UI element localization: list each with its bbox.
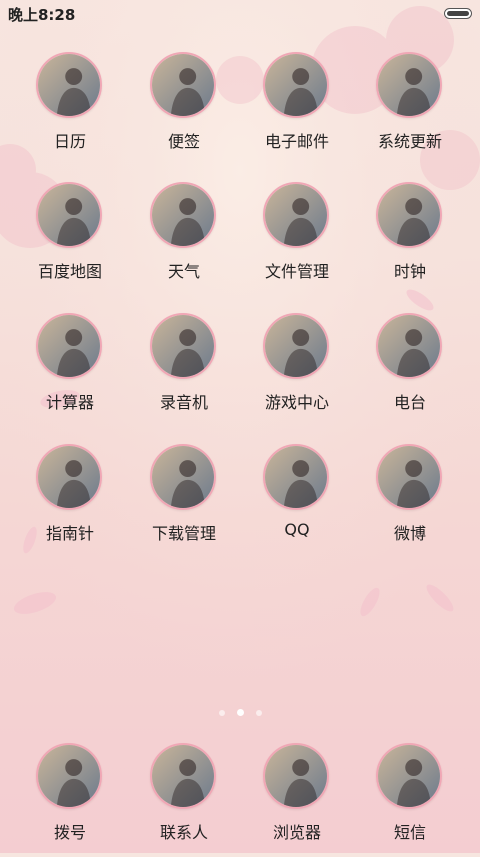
recorder-icon <box>150 313 216 379</box>
app-icon-8[interactable]: 计算器 <box>14 313 126 425</box>
app-label: 游戏中心 <box>264 393 329 412</box>
app-icon-9[interactable]: 录音机 <box>128 313 240 425</box>
calculator-icon <box>36 313 102 379</box>
app-label: 日历 <box>53 132 86 151</box>
status-time: 晚上8:28 <box>8 6 76 24</box>
page-indicator <box>0 701 480 716</box>
app-label: 计算器 <box>45 393 94 412</box>
app-label: 电台 <box>393 393 426 412</box>
download-manager-icon <box>150 444 216 510</box>
weibo-icon <box>376 444 442 510</box>
dock-app-3[interactable]: 短信 <box>354 743 466 855</box>
app-label: 百度地图 <box>37 262 102 281</box>
dock-app-2[interactable]: 浏览器 <box>241 743 353 855</box>
app-label: 电子邮件 <box>264 132 329 151</box>
app-icon-6[interactable]: 文件管理 <box>241 182 353 294</box>
app-label: 天气 <box>167 262 200 281</box>
browser-icon <box>263 743 329 809</box>
app-label: 文件管理 <box>264 262 329 281</box>
app-label: 录音机 <box>159 393 208 412</box>
contacts-icon <box>150 743 216 809</box>
app-icon-0[interactable]: 日历 <box>14 52 126 164</box>
app-icon-13[interactable]: 下载管理 <box>128 444 240 556</box>
battery-level <box>447 11 469 16</box>
app-label: 拨号 <box>53 823 86 842</box>
app-icon-10[interactable]: 游戏中心 <box>241 313 353 425</box>
app-label: QQ <box>284 520 310 539</box>
app-label: 时钟 <box>393 262 426 281</box>
app-icon-14[interactable]: QQ <box>241 444 353 556</box>
status-bar: 晚上8:28 <box>0 0 480 26</box>
notes-icon <box>150 52 216 118</box>
app-icon-4[interactable]: 百度地图 <box>14 182 126 294</box>
page-dot[interactable] <box>255 710 262 716</box>
app-icon-2[interactable]: 电子邮件 <box>241 52 353 164</box>
compass-icon <box>36 444 102 510</box>
weather-icon <box>150 182 216 248</box>
dock-app-0[interactable]: 拨号 <box>14 743 126 855</box>
dock-app-1[interactable]: 联系人 <box>128 743 240 855</box>
app-icon-12[interactable]: 指南针 <box>14 444 126 556</box>
app-label: 浏览器 <box>272 823 321 842</box>
radio-icon <box>376 313 442 379</box>
app-label: 下载管理 <box>151 524 216 543</box>
system-update-icon <box>376 52 442 118</box>
battery-icon <box>444 8 472 19</box>
app-icon-7[interactable]: 时钟 <box>354 182 466 294</box>
app-icon-5[interactable]: 天气 <box>128 182 240 294</box>
app-label: 便签 <box>167 132 200 151</box>
email-icon <box>263 52 329 118</box>
page-dot[interactable] <box>236 709 244 716</box>
file-manager-icon <box>263 182 329 248</box>
clock-icon <box>376 182 442 248</box>
app-label: 系统更新 <box>377 132 442 151</box>
calendar-icon <box>36 52 102 118</box>
dialer-icon <box>36 743 102 809</box>
messages-icon <box>376 743 442 809</box>
app-icon-1[interactable]: 便签 <box>128 52 240 164</box>
app-label: 短信 <box>393 823 426 842</box>
baidu-map-icon <box>36 182 102 248</box>
app-label: 微博 <box>393 524 426 543</box>
qq-icon <box>263 444 329 510</box>
app-label: 指南针 <box>45 524 94 543</box>
app-icon-15[interactable]: 微博 <box>354 444 466 556</box>
page-dot[interactable] <box>218 710 225 716</box>
app-icon-3[interactable]: 系统更新 <box>354 52 466 164</box>
app-label: 联系人 <box>159 823 208 842</box>
game-center-icon <box>263 313 329 379</box>
app-icon-11[interactable]: 电台 <box>354 313 466 425</box>
